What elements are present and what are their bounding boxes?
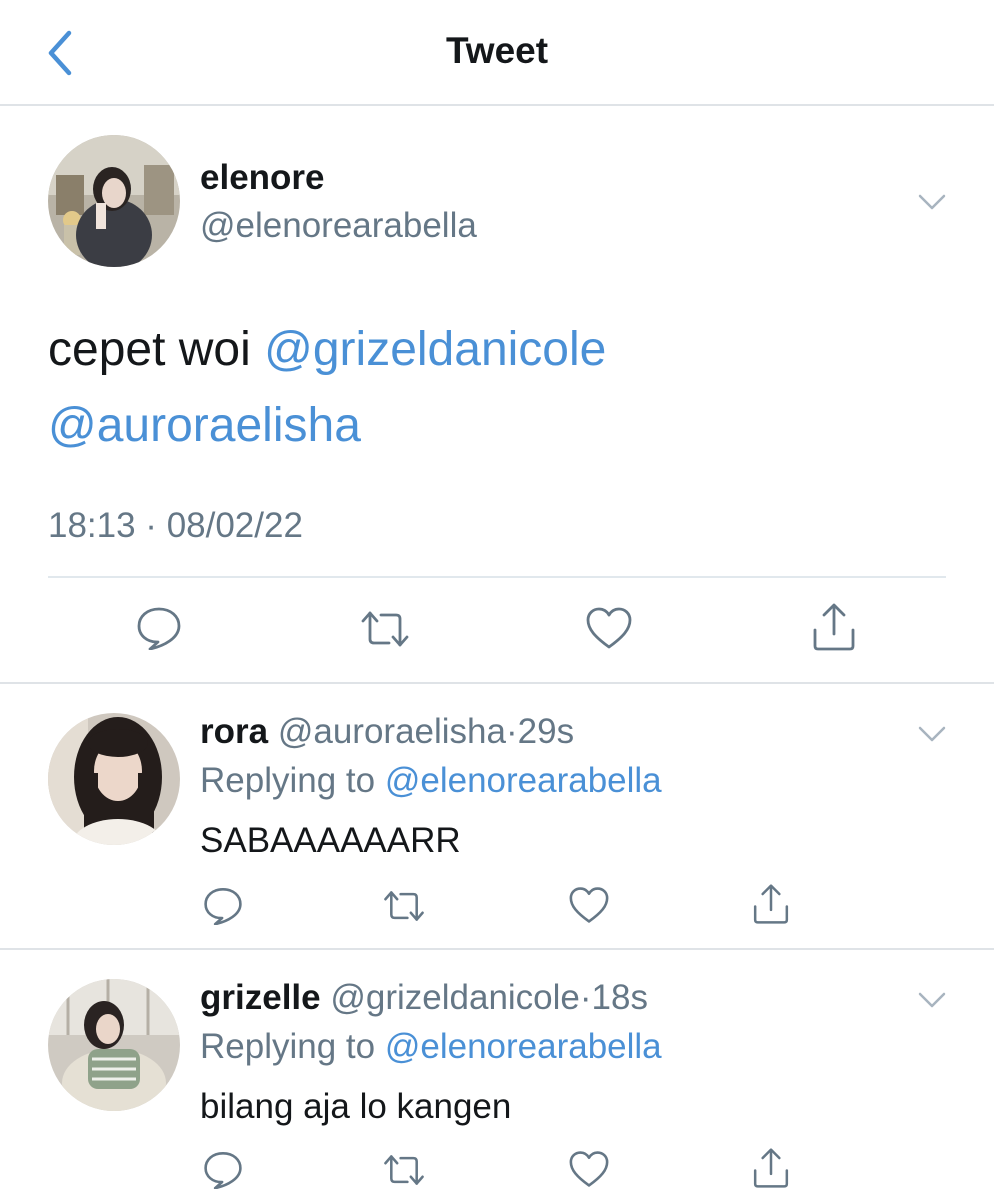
mention-link[interactable]: @elenorearabella bbox=[385, 761, 662, 800]
mention-link[interactable]: @elenorearabella bbox=[385, 1027, 662, 1066]
chevron-down-icon bbox=[918, 194, 946, 210]
share-icon bbox=[813, 603, 855, 651]
avatar[interactable] bbox=[48, 713, 180, 845]
display-name[interactable]: rora bbox=[200, 712, 268, 751]
reply-text: bilang aja lo kangen bbox=[200, 1087, 512, 1126]
chevron-down-icon bbox=[918, 992, 946, 1008]
share-icon bbox=[753, 884, 789, 924]
separator-dot: · bbox=[505, 712, 518, 751]
reply-time: 18s bbox=[591, 978, 648, 1017]
replying-label: Replying to bbox=[200, 1027, 385, 1066]
user-handle[interactable]: @auroraelisha bbox=[278, 712, 506, 751]
like-button[interactable] bbox=[566, 883, 612, 927]
share-button[interactable] bbox=[808, 600, 860, 654]
reply-icon bbox=[137, 607, 181, 650]
reply-time: 29s bbox=[517, 712, 575, 751]
retweet-icon bbox=[384, 891, 424, 921]
replying-label: Replying to bbox=[200, 761, 385, 800]
more-options-button[interactable] bbox=[917, 192, 947, 212]
page-title: Tweet bbox=[445, 30, 549, 71]
more-options-button[interactable] bbox=[917, 990, 947, 1010]
display-name[interactable]: grizelle bbox=[200, 978, 321, 1017]
separator-dot: · bbox=[579, 978, 592, 1017]
user-handle[interactable]: @grizeldanicole bbox=[330, 978, 580, 1017]
mention-link[interactable]: @grizeldanicole bbox=[264, 323, 606, 376]
divider bbox=[48, 576, 946, 578]
main-tweet: elenore @elenorearabella cepet woi @griz… bbox=[0, 106, 994, 684]
replying-to: Replying to @elenorearabella bbox=[200, 761, 662, 801]
share-icon bbox=[753, 1148, 789, 1188]
like-button[interactable] bbox=[584, 603, 634, 653]
top-bar: Tweet bbox=[0, 0, 994, 106]
user-handle[interactable]: @elenorearabella bbox=[200, 206, 477, 246]
share-button[interactable] bbox=[748, 880, 794, 928]
reply-icon bbox=[204, 1152, 242, 1189]
more-options-button[interactable] bbox=[917, 724, 947, 744]
reply-button[interactable] bbox=[200, 1146, 246, 1192]
reply-tweet[interactable]: rora @auroraelisha·29s Replying to @elen… bbox=[0, 684, 994, 950]
tweet-text: cepet woi @grizeldanicole @auroraelisha bbox=[48, 312, 948, 464]
reply-button[interactable] bbox=[134, 602, 184, 652]
share-button[interactable] bbox=[748, 1144, 794, 1192]
reply-header: rora @auroraelisha·29s bbox=[200, 712, 574, 752]
reply-tweet[interactable]: grizelle @grizeldanicole·18s Replying to… bbox=[0, 950, 994, 1200]
retweet-button[interactable] bbox=[380, 884, 428, 928]
like-icon bbox=[569, 887, 609, 923]
tweet-text-content: cepet woi bbox=[48, 323, 265, 376]
avatar[interactable] bbox=[48, 135, 180, 267]
like-icon bbox=[586, 607, 632, 649]
like-button[interactable] bbox=[566, 1147, 612, 1191]
retweet-button[interactable] bbox=[380, 1148, 428, 1192]
retweet-icon bbox=[361, 611, 409, 647]
like-icon bbox=[569, 1151, 609, 1187]
mention-link[interactable]: @auroraelisha bbox=[48, 399, 361, 452]
chevron-down-icon bbox=[918, 726, 946, 742]
retweet-icon bbox=[384, 1155, 424, 1185]
avatar[interactable] bbox=[48, 979, 180, 1111]
tweet-timestamp: 18:13 · 08/02/22 bbox=[48, 506, 303, 545]
retweet-button[interactable] bbox=[358, 604, 412, 654]
reply-icon bbox=[204, 888, 242, 925]
replying-to: Replying to @elenorearabella bbox=[200, 1027, 662, 1067]
reply-button[interactable] bbox=[200, 882, 246, 928]
reply-header: grizelle @grizeldanicole·18s bbox=[200, 978, 648, 1018]
reply-text: SABAAAAAARR bbox=[200, 821, 461, 860]
display-name[interactable]: elenore bbox=[200, 158, 325, 198]
